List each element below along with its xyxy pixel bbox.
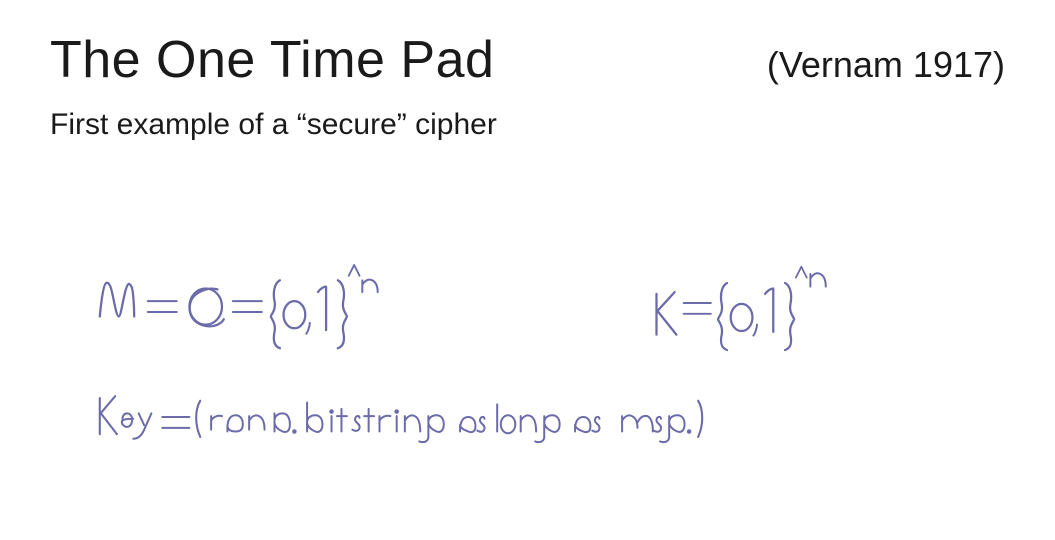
math-area xyxy=(50,172,1005,452)
handwriting-svg xyxy=(50,172,1005,452)
main-title: The One Time Pad xyxy=(50,30,494,90)
slide-container: The One Time Pad (Vernam 1917) First exa… xyxy=(0,0,1055,540)
title-row: The One Time Pad (Vernam 1917) xyxy=(50,30,1005,90)
first-example-text: First example of a “secure” cipher xyxy=(50,108,1005,142)
attribution: (Vernam 1917) xyxy=(767,44,1005,86)
